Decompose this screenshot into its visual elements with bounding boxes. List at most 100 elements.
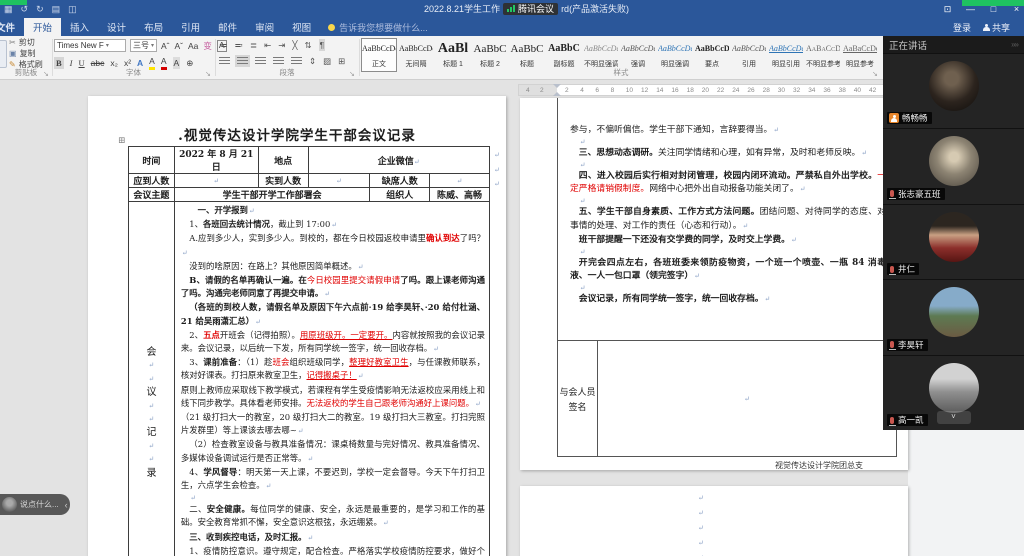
show-marks-button[interactable]: ¶ <box>319 39 326 51</box>
paragraph[interactable]: 三、收到疾控电话，及时汇报。↵ <box>181 531 485 545</box>
sign-in-button[interactable]: 登录 <box>953 21 971 34</box>
increase-indent-button[interactable]: ⇥ <box>278 39 285 51</box>
distribute-button[interactable] <box>291 57 302 65</box>
horizontal-ruler[interactable]: 4224681012141618202224262830323436384042… <box>518 84 908 96</box>
table-move-handle-icon[interactable]: ⊞ <box>118 136 126 146</box>
redo-icon[interactable]: ↻ <box>36 0 44 18</box>
ribbon-tab-审阅[interactable]: 审阅 <box>246 18 283 36</box>
paragraph[interactable]: 班干部提醒一下还没有交学费的同学，及时交上学费。↵ <box>570 234 886 248</box>
asian-layout-button[interactable]: ╳ <box>292 39 297 51</box>
paragraph[interactable]: ↵ <box>570 197 886 206</box>
speaker-icon <box>889 113 899 123</box>
justify-button[interactable] <box>273 57 284 65</box>
decrease-indent-button[interactable]: ⇤ <box>264 39 271 51</box>
style-preview: AaBbC <box>547 39 581 59</box>
font-size-dropdown[interactable]: 三号▾ <box>130 39 157 52</box>
paragraph[interactable]: 参与，不偏听偏信。学生干部下通知，言辞要得当。↵ <box>570 124 886 138</box>
ribbon-tab-文件[interactable]: 文件 <box>0 18 24 36</box>
paragraph[interactable]: ↵ <box>570 248 886 257</box>
change-case-icon[interactable]: Aa <box>188 40 198 52</box>
shrink-font-icon[interactable]: Aˇ <box>175 40 184 52</box>
tell-me-box[interactable]: 告诉我您想要做什么... <box>320 18 436 36</box>
multilevel-list-button[interactable]: ≣ <box>250 39 257 51</box>
paragraph[interactable]: ↵ <box>181 493 485 503</box>
share-button[interactable]: 共享 <box>983 21 1010 34</box>
borders-button[interactable]: ⊞ <box>338 55 345 67</box>
clipboard-dialog-launcher[interactable]: ↘ <box>43 70 49 78</box>
chat-placeholder[interactable]: 说点什么... <box>20 499 59 510</box>
shading-button[interactable]: ▨ <box>323 55 331 67</box>
paragraph[interactable]: A.应到多少人，实到多少人。到校的，都在今日校园返校申请里确认到达了吗？↵ <box>181 232 485 259</box>
paste-button[interactable] <box>0 40 7 68</box>
paragraph[interactable]: 二、安全健康。每位同学的健康、安全，永远是最重要的，是学习和工作的基础。安全教育… <box>181 503 485 530</box>
ruler-number: 26 <box>747 87 754 94</box>
first-line-indent-marker[interactable] <box>553 84 561 88</box>
styles-dialog-launcher[interactable]: ↘ <box>872 70 878 78</box>
meeting-info-table[interactable]: 时间 2022 年 8 月 21 日 地点 企业微信↵ 应到人数 ↵ 实到人数 … <box>128 146 490 556</box>
paragraph[interactable]: 没到的啥原因：在路上？其他原因简单概述。↵ <box>181 260 485 274</box>
align-left-button[interactable] <box>219 57 230 65</box>
paragraph[interactable]: 三、思想动态调研。关注同学情绪和心理，如有异常，及时和老师反映。↵ <box>570 147 886 161</box>
numbering-button[interactable]: ≕ <box>235 39 244 51</box>
meeting-record-body[interactable]: 一、开学报到↵1、各班回去统计情况，截止到 17:00↵A.应到多少人，实到多少… <box>174 202 489 556</box>
ribbon-tab-开始[interactable]: 开始 <box>24 18 61 36</box>
paragraph[interactable]: 1、各班回去统计情况，截止到 17:00↵ <box>181 218 485 232</box>
print-icon[interactable]: ▤ <box>52 0 61 18</box>
paragraph[interactable]: （21 级打扫大一的教室，20 级打扫大二的教室。19 级打扫大三教室。打扫完照… <box>181 411 485 438</box>
align-center-button[interactable] <box>237 57 248 65</box>
expand-more-button[interactable]: ˅ <box>937 411 971 424</box>
font-name-dropdown[interactable]: Times New F▾ <box>54 39 126 52</box>
meeting-record-body-continued[interactable]: 参与，不偏听偏信。学生干部下通知，言辞要得当。↵↵三、思想动态调研。关注同学情绪… <box>558 98 896 341</box>
paragraph[interactable]: 一、开学报到↵ <box>181 204 485 218</box>
collapse-panel-icon[interactable]: »» <box>1011 40 1018 49</box>
hanging-indent-marker[interactable] <box>553 92 561 96</box>
signature-area-cell[interactable]: ↵ <box>598 341 896 457</box>
document-page-right[interactable]: 参与，不偏听偏信。学生干部下通知，言辞要得当。↵↵三、思想动态调研。关注同学情绪… <box>520 98 908 470</box>
ribbon-tab-布局[interactable]: 布局 <box>135 18 172 36</box>
align-right-button[interactable] <box>255 57 266 65</box>
paragraph[interactable]: 原则上教师应采取线下教学模式，若课程有学生受疫情影响无法返校应采用线上和线下同步… <box>181 384 485 411</box>
cut-button[interactable]: ✂剪切 <box>9 38 43 48</box>
paragraph-dialog-launcher[interactable]: ↘ <box>349 70 355 78</box>
paragraph[interactable]: 4、学风督导：明天第一天上课，不要迟到，学校一定会督导。今天下午打扫卫生，六点学… <box>181 466 485 493</box>
participant-name: 张志豪五班 <box>898 188 941 200</box>
absent-label-cell: 缺席人数 <box>370 174 430 188</box>
ribbon-tab-设计[interactable]: 设计 <box>98 18 135 36</box>
ribbon-tab-插入[interactable]: 插入 <box>61 18 98 36</box>
ribbon-display-options-icon[interactable]: ⊡ <box>936 0 959 18</box>
ribbon-tab-视图[interactable]: 视图 <box>283 18 320 36</box>
paragraph[interactable]: 五、学生干部自身素质、工作方式方法问题。团结问题、对待同学的态度、对事情的处理、… <box>570 206 886 234</box>
copy-button[interactable]: ▣复制 <box>9 49 43 59</box>
participant-tile[interactable]: 畅畅畅 <box>883 53 1024 128</box>
paragraph[interactable]: （各班的到校人数，请假名单及原因下午六点前·19 给李昊轩、·20 给付杜涵、2… <box>181 301 485 328</box>
paragraph[interactable]: ↵ <box>570 161 886 170</box>
tencent-meeting-chip[interactable]: 腾讯会议 <box>503 3 558 15</box>
font-dialog-launcher[interactable]: ↘ <box>205 70 211 78</box>
grow-font-icon[interactable]: Aˆ <box>161 40 170 52</box>
participant-tile[interactable]: 李昊轩 <box>883 279 1024 354</box>
participant-tile[interactable]: 高一凯˅ <box>883 355 1024 430</box>
paragraph[interactable]: 四、进入校园后实行相对封闭管理，校园内闭环流动。严禁私自外出学校。一定严格请销假… <box>570 170 886 198</box>
document-page-left[interactable]: .视觉传达设计学院学生干部会议记录 ⊞ ↵↵↵ 时间 2022 年 8 月 21… <box>88 96 506 556</box>
paragraph[interactable]: 3、课前准备：（1）趁班会组织班级同学，整理好教室卫生，与任课教师联系，核对好课… <box>181 356 485 383</box>
line-spacing-button[interactable]: ⇕ <box>309 55 316 67</box>
paragraph[interactable]: 开完会四点左右，各班班委来领防疫物资，一个班一个喷壶、一瓶 84 消毒液、一人一… <box>570 257 886 285</box>
participant-tile[interactable]: 张志豪五班 <box>883 128 1024 203</box>
phonetic-guide-icon[interactable]: 变 <box>203 40 212 52</box>
bullets-button[interactable]: ≔ <box>219 39 228 51</box>
paragraph[interactable]: 2、五点开班会（记得拍照）。用原班级开。一定要开。内容就按照我的会议记录来。会议… <box>181 329 485 356</box>
paragraph[interactable]: 1、疫情防控意识。遵守规定，配合检查。严格落实学校疫情防控要求，做好个人防护，禁… <box>181 545 485 556</box>
paragraph[interactable]: 会议记录，所有同学统一签字，统一回收存档。↵ <box>570 293 886 307</box>
ribbon-tab-邮件[interactable]: 邮件 <box>209 18 246 36</box>
paragraph[interactable]: B、请假的名单再确认一遍。在今日校园里提交请假申请了吗。跟上课老师沟通了吗。沟通… <box>181 274 485 301</box>
meeting-chat-pill[interactable]: 说点什么... ‹ <box>0 494 70 515</box>
paragraph[interactable]: （2）检查教室设备与教具准备情况：课桌椅数量与完好情况、教具准备情况、多媒体设备… <box>181 438 485 465</box>
ribbon-tab-引用[interactable]: 引用 <box>172 18 209 36</box>
participant-tile[interactable]: 井仁 <box>883 204 1024 279</box>
chat-collapse-icon[interactable]: ‹ <box>65 500 68 510</box>
paragraph[interactable]: ↵ <box>570 284 886 293</box>
document-next-page[interactable]: ↵↵↵↵↵ <box>520 486 908 556</box>
sort-button[interactable]: ⇅ <box>305 39 312 51</box>
paragraph[interactable]: ↵ <box>570 138 886 147</box>
preview-icon[interactable]: ◫ <box>68 0 77 18</box>
